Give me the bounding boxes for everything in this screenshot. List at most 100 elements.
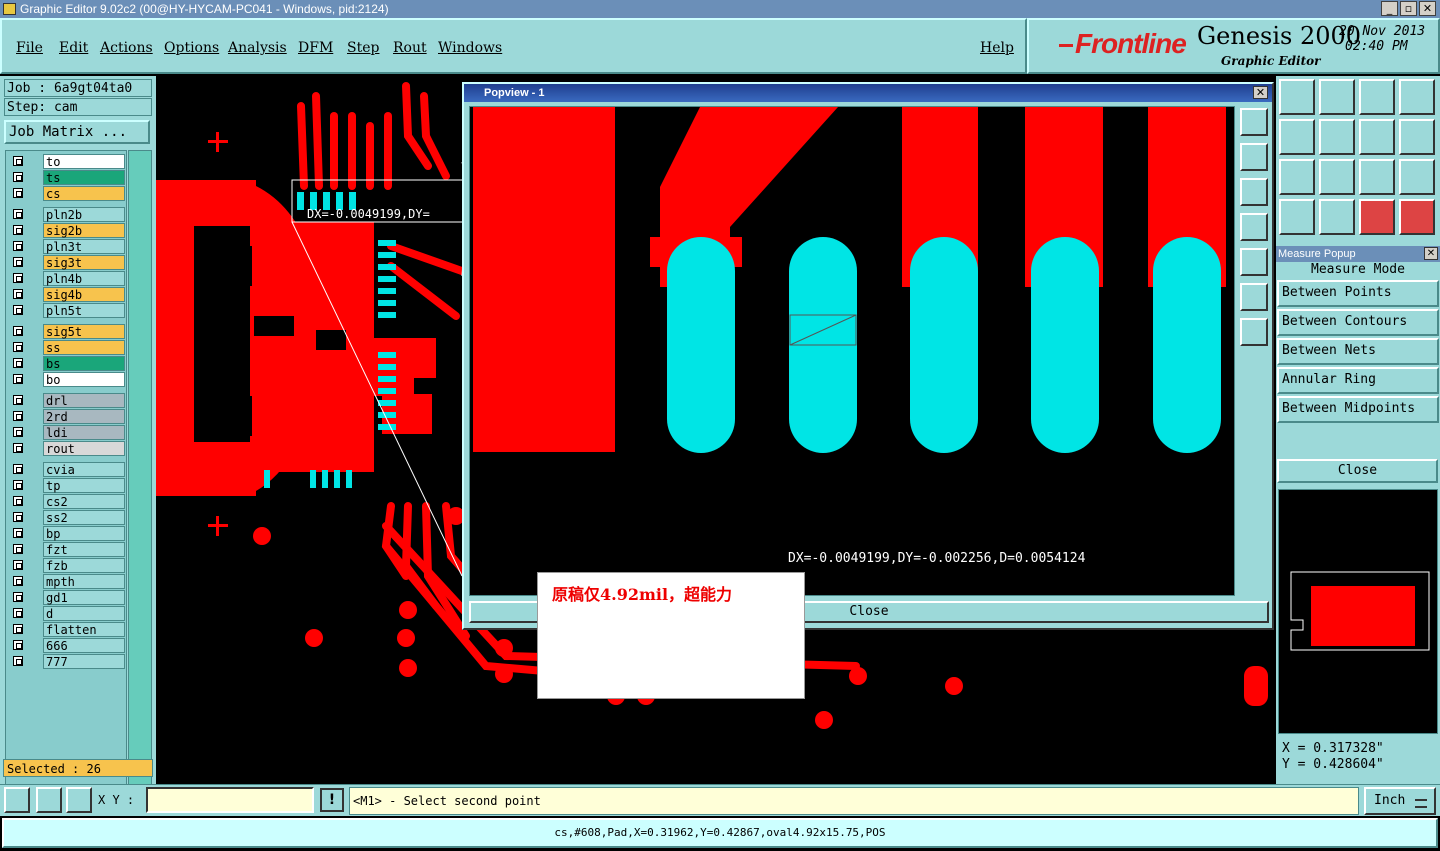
pan-down-icon[interactable] bbox=[1240, 178, 1268, 206]
layer-row[interactable]: ss2 bbox=[9, 510, 126, 525]
units-dropdown[interactable]: Inch bbox=[1364, 787, 1436, 815]
xy-input[interactable] bbox=[146, 787, 314, 813]
layer-row[interactable]: pln5t bbox=[9, 303, 126, 318]
menu-help[interactable]: Help bbox=[980, 40, 1014, 56]
layer-checkbox[interactable] bbox=[13, 342, 23, 352]
measure-between-nets[interactable]: Between Nets bbox=[1277, 338, 1439, 365]
layer-row[interactable]: to bbox=[9, 154, 126, 169]
layer-name[interactable]: to bbox=[43, 154, 125, 169]
layer-row[interactable]: ss bbox=[9, 340, 126, 355]
pan-up-icon[interactable] bbox=[1240, 143, 1268, 171]
layer-row[interactable]: rout bbox=[9, 441, 126, 456]
tool-pan-right-icon[interactable] bbox=[1319, 119, 1355, 155]
layer-checkbox[interactable] bbox=[13, 326, 23, 336]
pan-right-icon[interactable] bbox=[1240, 248, 1268, 276]
tool-mirror-icon[interactable] bbox=[1399, 119, 1435, 155]
measure-between-points[interactable]: Between Points bbox=[1277, 280, 1439, 307]
measure-between-contours[interactable]: Between Contours bbox=[1277, 309, 1439, 336]
layer-checkbox[interactable] bbox=[13, 544, 23, 554]
menu-step[interactable]: Step bbox=[347, 40, 379, 56]
layer-checkbox[interactable] bbox=[13, 395, 23, 405]
popview-close-icon[interactable]: ✕ bbox=[1253, 86, 1268, 99]
layer-name[interactable]: ss bbox=[43, 340, 125, 355]
tool-scale-icon[interactable] bbox=[1359, 159, 1395, 195]
overview-minimap[interactable] bbox=[1278, 489, 1438, 734]
layer-row[interactable]: bs bbox=[9, 356, 126, 371]
layer-checkbox[interactable] bbox=[13, 592, 23, 602]
layer-checkbox[interactable] bbox=[13, 464, 23, 474]
pan-left-icon[interactable] bbox=[1240, 213, 1268, 241]
layer-checkbox[interactable] bbox=[13, 257, 23, 267]
layer-row[interactable]: flatten bbox=[9, 622, 126, 637]
layer-row[interactable]: bo bbox=[9, 372, 126, 387]
layer-checkbox[interactable] bbox=[13, 640, 23, 650]
layer-list-scrollbar[interactable] bbox=[128, 150, 152, 786]
menu-actions[interactable]: Actions bbox=[100, 40, 153, 56]
layer-name[interactable]: sig5t bbox=[43, 324, 125, 339]
layer-row[interactable]: cs bbox=[9, 186, 126, 201]
layer-checkbox[interactable] bbox=[13, 156, 23, 166]
tool-snap-icon[interactable] bbox=[1319, 199, 1355, 235]
layer-name[interactable]: pln3t bbox=[43, 239, 125, 254]
tool-edit-icon[interactable] bbox=[1279, 199, 1315, 235]
layer-name[interactable]: bs bbox=[43, 356, 125, 371]
layer-name[interactable]: sig3t bbox=[43, 255, 125, 270]
menu-rout[interactable]: Rout bbox=[393, 40, 427, 56]
layer-name[interactable]: cs2 bbox=[43, 494, 125, 509]
layer-name[interactable]: sig2b bbox=[43, 223, 125, 238]
menu-edit[interactable]: Edit bbox=[59, 40, 88, 56]
layer-name[interactable]: gd1 bbox=[43, 590, 125, 605]
maximize-button[interactable]: ▫ bbox=[1400, 1, 1417, 16]
zoom-out-icon[interactable] bbox=[1240, 318, 1268, 346]
close-window-button[interactable]: ✕ bbox=[1419, 1, 1436, 16]
layer-row[interactable]: pln4b bbox=[9, 271, 126, 286]
tool-zoom-home-icon[interactable] bbox=[1279, 79, 1315, 115]
layer-name[interactable]: sig4b bbox=[43, 287, 125, 302]
layer-name[interactable]: ts bbox=[43, 170, 125, 185]
measure-close-button[interactable]: Close bbox=[1277, 459, 1438, 483]
layer-row[interactable]: gd1 bbox=[9, 590, 126, 605]
layer-checkbox[interactable] bbox=[13, 512, 23, 522]
layer-name[interactable]: fzb bbox=[43, 558, 125, 573]
layer-name[interactable]: pln2b bbox=[43, 207, 125, 222]
layer-checkbox[interactable] bbox=[13, 624, 23, 634]
layer-checkbox[interactable] bbox=[13, 608, 23, 618]
tool-zoom-out-icon[interactable] bbox=[1319, 159, 1355, 195]
layer-checkbox[interactable] bbox=[13, 172, 23, 182]
layer-row[interactable]: ts bbox=[9, 170, 126, 185]
layer-row[interactable]: bp bbox=[9, 526, 126, 541]
layer-row[interactable]: fzb bbox=[9, 558, 126, 573]
tool-pan-down-icon[interactable] bbox=[1319, 79, 1355, 115]
layer-name[interactable]: drl bbox=[43, 393, 125, 408]
layer-name[interactable]: pln4b bbox=[43, 271, 125, 286]
layer-name[interactable]: bp bbox=[43, 526, 125, 541]
tool-rotate-icon[interactable] bbox=[1359, 119, 1395, 155]
layer-checkbox[interactable] bbox=[13, 241, 23, 251]
layer-row[interactable]: tp bbox=[9, 478, 126, 493]
layer-name[interactable]: fzt bbox=[43, 542, 125, 557]
layer-name[interactable]: 666 bbox=[43, 638, 125, 653]
measure-annular-ring[interactable]: Annular Ring bbox=[1277, 367, 1439, 394]
zoom-in-icon[interactable] bbox=[1240, 283, 1268, 311]
menu-options[interactable]: Options bbox=[164, 40, 219, 56]
layer-row[interactable]: 2rd bbox=[9, 409, 126, 424]
job-matrix-button[interactable]: Job Matrix ... bbox=[4, 120, 150, 144]
measure-between-midpoints[interactable]: Between Midpoints bbox=[1277, 396, 1439, 423]
layer-row[interactable]: sig2b bbox=[9, 223, 126, 238]
layer-checkbox[interactable] bbox=[13, 528, 23, 538]
grid-icon[interactable] bbox=[66, 787, 92, 813]
tool-window-icon[interactable] bbox=[1399, 79, 1435, 115]
layer-name[interactable]: 777 bbox=[43, 654, 125, 669]
layer-name[interactable]: mpth bbox=[43, 574, 125, 589]
layer-row[interactable]: 777 bbox=[9, 654, 126, 669]
layer-name[interactable]: pln5t bbox=[43, 303, 125, 318]
layer-checkbox[interactable] bbox=[13, 273, 23, 283]
layer-row[interactable]: pln3t bbox=[9, 239, 126, 254]
layer-name[interactable]: 2rd bbox=[43, 409, 125, 424]
layer-checkbox[interactable] bbox=[13, 560, 23, 570]
layer-name[interactable]: tp bbox=[43, 478, 125, 493]
tool-zoom-in-icon[interactable] bbox=[1279, 159, 1315, 195]
snap-icon[interactable] bbox=[4, 787, 30, 813]
layer-checkbox[interactable] bbox=[13, 427, 23, 437]
layer-checkbox[interactable] bbox=[13, 656, 23, 666]
